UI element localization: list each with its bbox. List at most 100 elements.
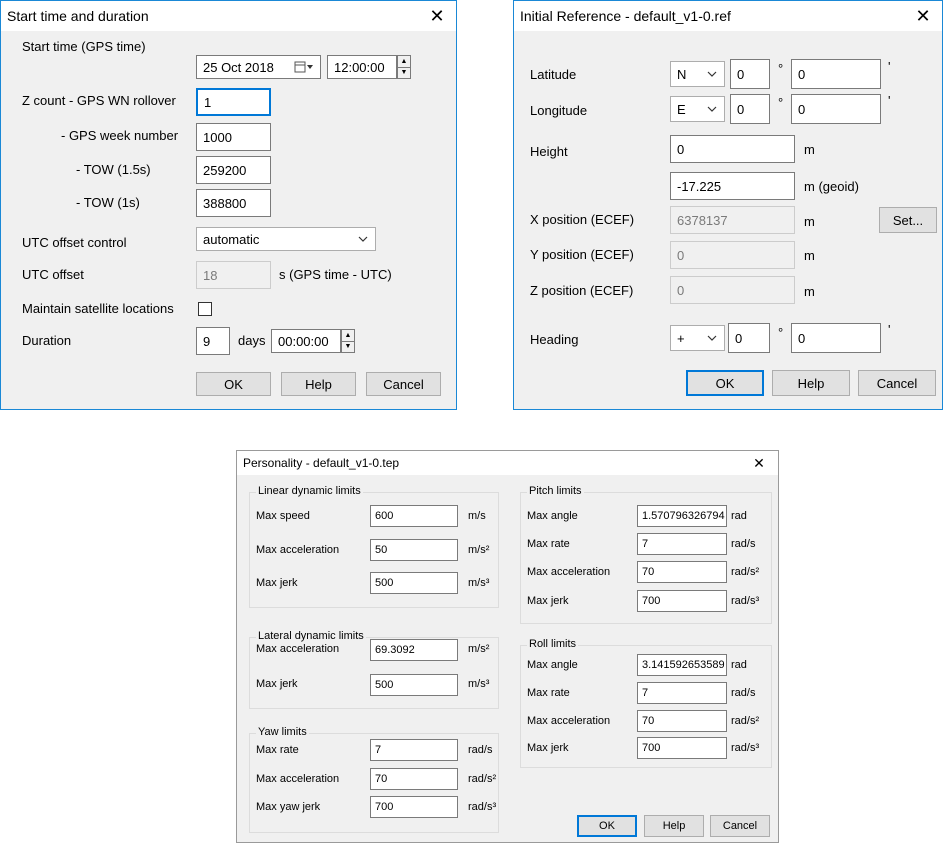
roll-max-rate-input[interactable]: 7 xyxy=(637,682,727,704)
heading-minutes-input[interactable]: 0 xyxy=(791,323,881,353)
row-label: Max acceleration xyxy=(256,773,340,785)
heading-sign-select[interactable]: + xyxy=(670,325,725,351)
spin-down-icon[interactable]: ▼ xyxy=(342,340,354,353)
longitude-hemisphere-select[interactable]: E xyxy=(670,96,725,122)
cancel-button[interactable]: Cancel xyxy=(366,372,441,396)
utc-offset-unit: s (GPS time - UTC) xyxy=(279,267,392,282)
degree-symbol: ° xyxy=(778,325,784,340)
latitude-minutes-input[interactable]: 0 xyxy=(791,59,881,89)
latitude-hemisphere-select[interactable]: N xyxy=(670,61,725,87)
close-icon[interactable]: ✕ xyxy=(426,5,448,27)
row-unit: m/s³ xyxy=(468,678,490,690)
maintain-satellites-checkbox[interactable] xyxy=(198,302,212,316)
z-position-label: Z position (ECEF) xyxy=(530,283,634,298)
ok-button[interactable]: OK xyxy=(686,370,764,396)
longitude-minutes-input[interactable]: 0 xyxy=(791,94,881,124)
group-title: Roll limits xyxy=(527,638,579,650)
linear-limits-group: Linear dynamic limits Max speed 600 m/s … xyxy=(249,485,499,608)
duration-time-spinner[interactable]: ▲ ▼ xyxy=(341,329,355,353)
geoid-height-value: -17.225 xyxy=(677,178,722,194)
z-count-input[interactable]: 1 xyxy=(196,88,271,116)
row-unit: m/s xyxy=(468,510,486,522)
pitch-max-rate-input[interactable]: 7 xyxy=(637,533,727,555)
row-label: Max rate xyxy=(527,538,570,550)
close-icon[interactable]: ✕ xyxy=(748,452,770,474)
duration-time-input[interactable]: 00:00:00 xyxy=(271,329,341,353)
date-picker-field[interactable]: 25 Oct 2018 xyxy=(196,55,321,79)
heading-degrees-value: 0 xyxy=(735,330,743,346)
y-position-unit: m xyxy=(804,248,815,263)
cancel-button[interactable]: Cancel xyxy=(710,815,770,837)
lateral-max-jerk-input[interactable]: 500 xyxy=(370,674,458,696)
duration-days-value: 9 xyxy=(203,333,211,349)
roll-max-jerk-input[interactable]: 700 xyxy=(637,737,727,759)
latitude-label: Latitude xyxy=(530,67,577,82)
week-number-value: 1000 xyxy=(203,129,232,145)
longitude-degrees-value: 0 xyxy=(737,101,745,117)
max-acceleration-input[interactable]: 50 xyxy=(370,539,458,561)
row-unit: m/s³ xyxy=(468,577,490,589)
group-title: Yaw limits xyxy=(256,726,309,738)
days-label: days xyxy=(238,333,266,348)
row-label: Max jerk xyxy=(527,595,569,607)
max-speed-input[interactable]: 600 xyxy=(370,505,458,527)
row-unit: rad/s xyxy=(731,687,756,699)
roll-max-angle-input[interactable]: 3.141592653589 xyxy=(637,654,727,676)
dialog-title: Start time and duration xyxy=(1,1,456,31)
chevron-down-icon xyxy=(358,236,368,242)
heading-degrees-input[interactable]: 0 xyxy=(728,323,770,353)
geoid-height-input[interactable]: -17.225 xyxy=(670,172,795,200)
date-value: 25 Oct 2018 xyxy=(203,59,274,75)
week-number-input[interactable]: 1000 xyxy=(196,123,271,151)
spin-up-icon[interactable]: ▲ xyxy=(342,330,354,341)
pitch-max-acceleration-input[interactable]: 70 xyxy=(637,561,727,583)
ok-button[interactable]: OK xyxy=(577,815,637,837)
geoid-unit: m (geoid) xyxy=(804,179,859,194)
spin-down-icon[interactable]: ▼ xyxy=(398,66,410,79)
x-position-unit: m xyxy=(804,214,815,229)
row-unit: rad/s² xyxy=(731,715,760,727)
y-position-input: 0 xyxy=(670,241,795,269)
spin-up-icon[interactable]: ▲ xyxy=(398,56,410,67)
roll-max-acceleration-input[interactable]: 70 xyxy=(637,710,727,732)
degree-symbol: ° xyxy=(778,95,784,110)
cancel-button[interactable]: Cancel xyxy=(858,370,936,396)
max-jerk-input[interactable]: 500 xyxy=(370,572,458,594)
tow1-input[interactable]: 388800 xyxy=(196,189,271,217)
set-position-button[interactable]: Set... xyxy=(879,207,937,233)
week-number-label: - GPS week number xyxy=(61,128,179,143)
start-time-field[interactable]: 12:00:00 xyxy=(327,55,397,79)
chevron-down-icon xyxy=(707,335,717,341)
row-value: 70 xyxy=(375,773,388,785)
row-value: 700 xyxy=(375,801,394,813)
degree-symbol: ° xyxy=(778,61,784,76)
lateral-max-acceleration-input[interactable]: 69.3092 xyxy=(370,639,458,661)
yaw-max-jerk-input[interactable]: 700 xyxy=(370,796,458,818)
yaw-max-rate-input[interactable]: 7 xyxy=(370,739,458,761)
duration-days-input[interactable]: 9 xyxy=(196,327,230,355)
start-time-spinner[interactable]: ▲ ▼ xyxy=(397,55,411,79)
row-value: 700 xyxy=(642,595,661,607)
utc-offset-label: UTC offset xyxy=(22,267,84,282)
heading-sign-value: + xyxy=(677,330,685,346)
help-button[interactable]: Help xyxy=(772,370,850,396)
tow15-input[interactable]: 259200 xyxy=(196,156,271,184)
row-label: Max speed xyxy=(256,510,310,522)
close-icon[interactable]: ✕ xyxy=(912,5,934,27)
pitch-max-jerk-input[interactable]: 700 xyxy=(637,590,727,612)
yaw-max-acceleration-input[interactable]: 70 xyxy=(370,768,458,790)
help-button[interactable]: Help xyxy=(281,372,356,396)
dialog-body: Latitude N 0 ° 0 ' Longitude E 0 ° 0 ' H… xyxy=(514,31,942,409)
ok-button[interactable]: OK xyxy=(196,372,271,396)
utc-control-select[interactable]: automatic xyxy=(196,227,376,251)
pitch-max-angle-input[interactable]: 1.570796326794 xyxy=(637,505,727,527)
latitude-degrees-input[interactable]: 0 xyxy=(730,59,770,89)
calendar-icon[interactable] xyxy=(294,61,314,73)
row-value: 3.141592653589 xyxy=(642,659,725,671)
x-position-value: 6378137 xyxy=(677,212,728,228)
help-button[interactable]: Help xyxy=(644,815,704,837)
longitude-degrees-input[interactable]: 0 xyxy=(730,94,770,124)
height-input[interactable]: 0 xyxy=(670,135,795,163)
latitude-degrees-value: 0 xyxy=(737,66,745,82)
row-unit: rad/s xyxy=(468,744,493,756)
